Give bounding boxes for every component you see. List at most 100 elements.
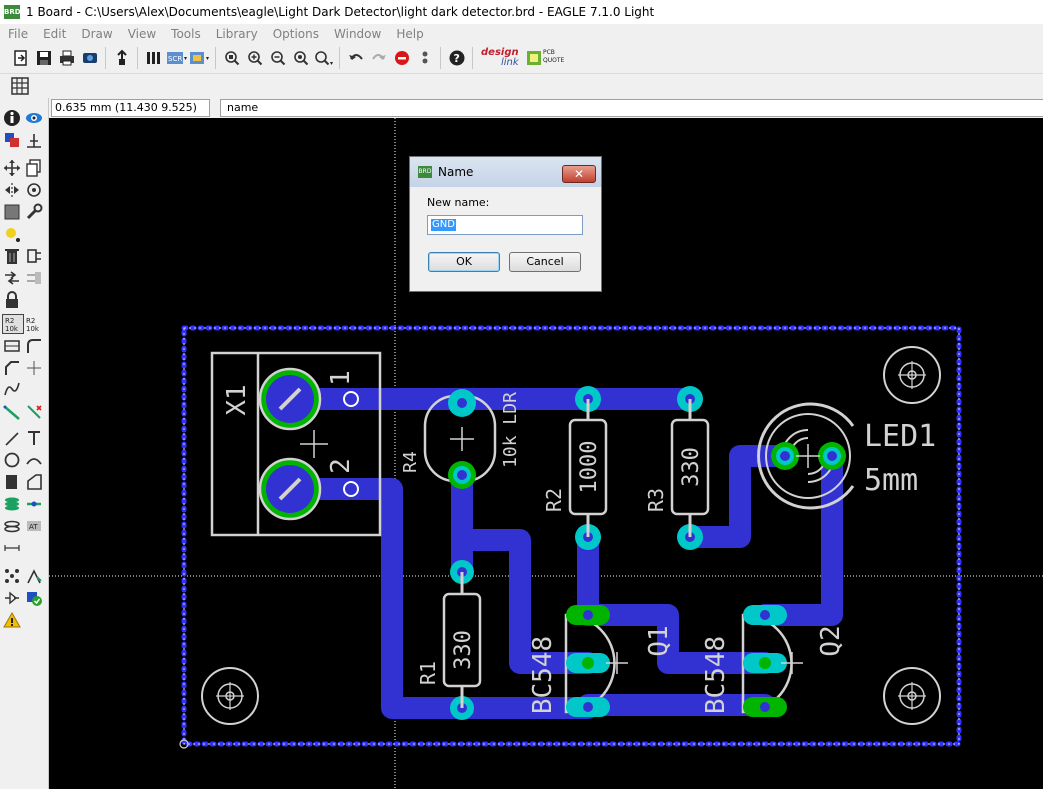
q2-origin [781, 652, 803, 674]
split-icon[interactable] [2, 336, 22, 356]
value-icon[interactable]: R2 10k [24, 314, 44, 334]
new-name-label: New name: [427, 196, 490, 209]
q2-name: Q2 [816, 625, 846, 656]
left-tool-palette: R2 10k R2 10k AT [0, 98, 49, 789]
redo-icon[interactable] [368, 47, 390, 69]
x1-origin [300, 430, 328, 458]
rect-icon[interactable] [2, 472, 22, 492]
text-icon[interactable] [24, 428, 44, 448]
grid-icon[interactable] [10, 76, 30, 96]
smash-icon[interactable]: R2 10k [2, 314, 24, 334]
main-toolbar: SCR ? design link PCB QUOTE [0, 43, 1043, 74]
schematic-board-switch-icon[interactable] [111, 47, 133, 69]
command-input[interactable]: name [220, 99, 1043, 117]
attribute-icon[interactable]: AT [24, 516, 44, 536]
lock-icon[interactable] [2, 290, 22, 310]
run-ulp-icon[interactable] [189, 47, 211, 69]
polygon-icon[interactable] [24, 472, 44, 492]
menu-help[interactable]: Help [396, 27, 423, 41]
drc-icon[interactable] [24, 588, 44, 608]
save-icon[interactable] [33, 47, 55, 69]
use-library-icon[interactable] [143, 47, 165, 69]
trace-r2-q2 [577, 529, 776, 674]
undo-icon[interactable] [345, 47, 367, 69]
pcb-quote-button[interactable]: PCB QUOTE [527, 47, 567, 69]
r1-name: R1 [416, 661, 440, 685]
arc-icon[interactable] [24, 450, 44, 470]
route-icon[interactable] [2, 380, 22, 400]
menu-draw[interactable]: Draw [81, 27, 112, 41]
stop-icon[interactable] [391, 47, 413, 69]
rotate-icon[interactable] [24, 180, 44, 200]
meander-icon[interactable] [24, 358, 44, 378]
menu-options[interactable]: Options [273, 27, 319, 41]
signal-icon[interactable] [24, 494, 44, 514]
q2-hole3 [760, 702, 770, 712]
ok-button[interactable]: OK [428, 252, 500, 272]
replace-icon[interactable] [2, 268, 22, 288]
q1-hole1 [583, 610, 593, 620]
smash-value-label: 10k [5, 325, 19, 333]
ratsnest-icon[interactable] [2, 566, 22, 586]
add-icon[interactable] [24, 246, 44, 266]
unrouted-icon[interactable] [24, 402, 44, 422]
info-icon[interactable] [2, 108, 22, 128]
script-icon[interactable]: SCR [166, 47, 188, 69]
change-icon[interactable] [24, 202, 44, 222]
menu-window[interactable]: Window [334, 27, 381, 41]
erc-icon[interactable] [2, 588, 22, 608]
q2-hole2 [759, 657, 771, 669]
designlink-button[interactable]: design link [479, 46, 525, 70]
close-icon: ✕ [573, 167, 585, 181]
paste-icon[interactable] [2, 224, 22, 244]
dialog-close-button[interactable]: ✕ [562, 165, 596, 183]
script-label: SCR [168, 55, 182, 63]
led1-hole2 [827, 451, 837, 461]
open-icon[interactable] [10, 47, 32, 69]
cancel-button[interactable]: Cancel [509, 252, 581, 272]
pinswap-icon[interactable] [24, 268, 44, 288]
zoom-fit-icon[interactable] [221, 47, 243, 69]
mirror-icon[interactable] [2, 180, 22, 200]
help-icon[interactable]: ? [446, 47, 468, 69]
ripup-icon[interactable] [2, 402, 22, 422]
show-icon[interactable] [24, 108, 44, 128]
print-icon[interactable] [56, 47, 78, 69]
toolbar-separator [105, 47, 106, 69]
window-titlebar: BRD 1 Board - C:\Users\Alex\Documents\ea… [0, 0, 1043, 25]
menu-file[interactable]: File [8, 27, 28, 41]
hole-icon[interactable] [2, 516, 22, 536]
copy-icon[interactable] [24, 158, 44, 178]
r3-value: 330 [679, 447, 704, 487]
optimize-icon[interactable] [2, 358, 22, 378]
delete-icon[interactable] [2, 246, 22, 266]
errors-icon[interactable] [2, 610, 22, 630]
new-name-input[interactable]: GND [427, 215, 583, 235]
terminal-x1: X1 1 2 [210, 351, 382, 537]
menu-tools[interactable]: Tools [171, 27, 201, 41]
zoom-out-icon[interactable] [267, 47, 289, 69]
r4-name: R4 [400, 451, 421, 473]
display-layers-icon[interactable] [2, 130, 22, 150]
wire-icon[interactable] [2, 428, 22, 448]
menu-library[interactable]: Library [216, 27, 258, 41]
via-icon[interactable] [2, 494, 22, 514]
auto-icon[interactable] [24, 566, 44, 586]
menu-edit[interactable]: Edit [43, 27, 66, 41]
r4-origin [450, 427, 474, 451]
resistor-r1: 330 R1 [416, 560, 482, 720]
dimension-icon[interactable] [2, 538, 22, 558]
mark-icon[interactable] [24, 130, 44, 150]
miter-icon[interactable] [24, 336, 44, 356]
group-icon[interactable] [2, 202, 22, 222]
zoom-select-icon[interactable] [313, 47, 335, 69]
zoom-in-icon[interactable] [244, 47, 266, 69]
move-icon[interactable] [2, 158, 22, 178]
cam-processor-icon[interactable] [79, 47, 101, 69]
led-led1: LED1 5mm [757, 402, 936, 510]
toolbar-separator [137, 47, 138, 69]
circle-icon[interactable] [2, 450, 22, 470]
redraw-icon[interactable] [290, 47, 312, 69]
go-icon[interactable] [414, 47, 436, 69]
menu-view[interactable]: View [128, 27, 156, 41]
